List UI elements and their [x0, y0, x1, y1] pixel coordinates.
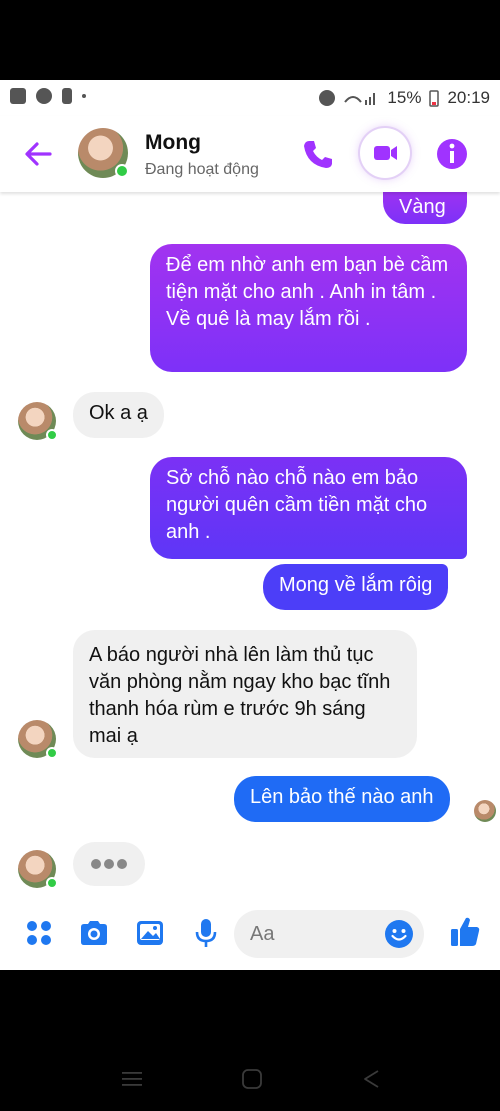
messenger-app: 15% 20:19 Mong Đang hoạt động Vàng Để em…	[0, 80, 500, 970]
seen-avatar	[474, 800, 496, 822]
android-nav-bar	[0, 1045, 500, 1111]
emoji-icon[interactable]	[384, 919, 414, 949]
battery-percent: 15%	[387, 88, 422, 107]
alarm-icon	[319, 90, 336, 106]
menu-dots-icon[interactable]	[22, 916, 56, 950]
message-bubble-out[interactable]: Để em nhờ anh em bạn bè cầm tiện mặt cho…	[150, 244, 467, 372]
sender-avatar[interactable]	[18, 720, 58, 759]
info-icon[interactable]	[432, 134, 472, 174]
facebook-notification-icon	[36, 88, 52, 104]
message-bubble-in[interactable]: Ok a ạ	[73, 392, 164, 438]
online-indicator	[46, 429, 58, 441]
camera-icon[interactable]	[77, 916, 111, 950]
chat-header: Mong Đang hoạt động	[0, 116, 500, 192]
microphone-icon[interactable]	[189, 916, 223, 950]
message-composer: Aa	[0, 900, 500, 970]
phone-icon[interactable]	[298, 134, 338, 174]
contact-status: Đang hoạt động	[145, 161, 259, 178]
online-indicator	[115, 164, 129, 178]
message-bubble-out[interactable]: Sở chỗ nào chỗ nào em bảo người quên cầm…	[150, 457, 467, 559]
message-bubble-out[interactable]: Lên bảo thế nào anh	[234, 776, 450, 822]
alert-notification-icon	[62, 88, 72, 104]
more-notifications-icon	[82, 94, 86, 98]
signal-icon	[344, 93, 376, 105]
home-icon[interactable]	[240, 1067, 264, 1091]
message-input[interactable]: Aa	[234, 910, 424, 958]
sender-avatar[interactable]	[18, 402, 58, 441]
nav-back-icon[interactable]	[360, 1067, 384, 1091]
online-indicator	[46, 747, 58, 759]
status-bar: 15% 20:19	[0, 80, 500, 116]
status-left	[10, 88, 86, 104]
phone-screen: 15% 20:19 Mong Đang hoạt động Vàng Để em…	[0, 0, 500, 1111]
message-input-placeholder: Aa	[250, 923, 275, 945]
online-indicator	[46, 877, 58, 889]
message-bubble-out[interactable]: Mong về lắm rôig	[263, 564, 449, 610]
video-call-icon	[374, 146, 397, 160]
contact-avatar[interactable]	[78, 128, 129, 178]
gallery-icon[interactable]	[133, 916, 167, 950]
like-icon[interactable]	[448, 914, 482, 950]
gallery-notification-icon	[10, 88, 26, 104]
video-call-button[interactable]	[360, 128, 410, 178]
message-bubble-in[interactable]: A báo người nhà lên làm thủ tục văn phòn…	[73, 630, 417, 758]
typing-indicator	[73, 842, 145, 886]
battery-icon	[429, 90, 440, 107]
sender-avatar[interactable]	[18, 850, 58, 889]
clock: 20:19	[447, 88, 490, 107]
back-arrow-icon[interactable]	[22, 138, 54, 170]
status-right: 15% 20:19	[319, 88, 490, 108]
recent-apps-icon[interactable]	[120, 1067, 144, 1091]
contact-name[interactable]: Mong	[145, 131, 201, 155]
